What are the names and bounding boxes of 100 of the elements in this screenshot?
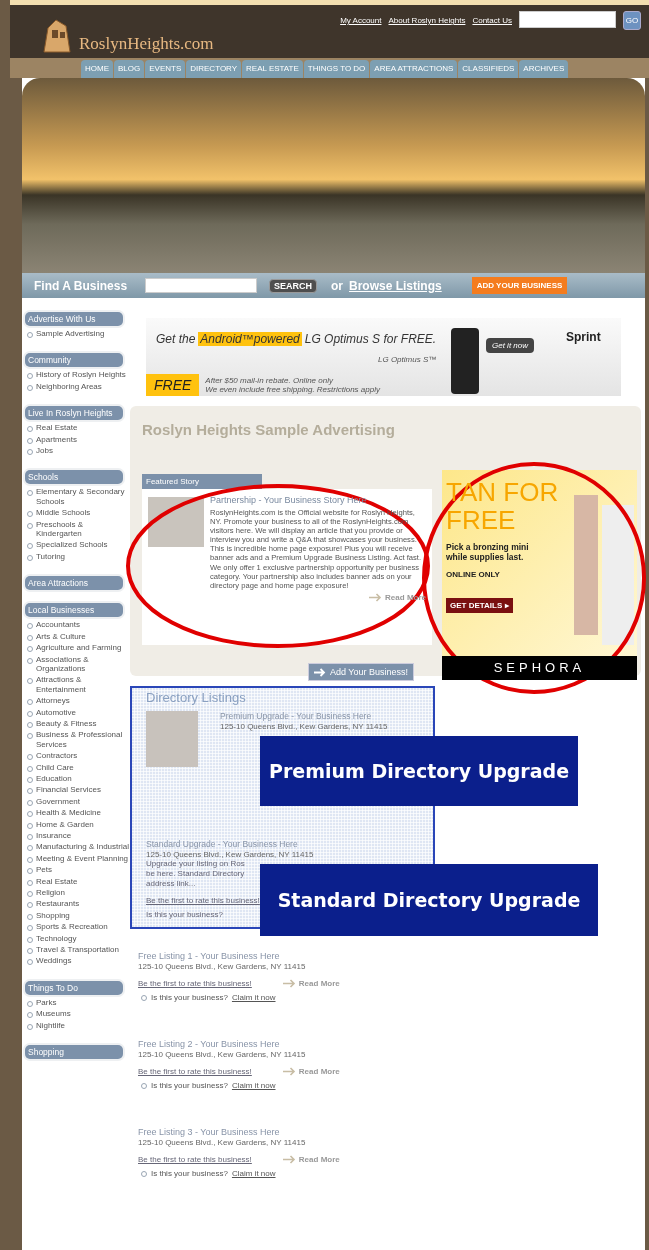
claim-text: Is this your business?	[151, 1081, 228, 1090]
sidebar-link[interactable]: Real Estate	[36, 876, 78, 887]
arrow-icon	[282, 1155, 296, 1164]
panel-title: Roslyn Heights Sample Advertising	[142, 421, 396, 438]
banner-ad[interactable]: Get the Android™powered LG Optimus S for FREE. LG Optimus S™ Get it now Sprint FREE After $50 mail-in rebate. Online only We even include free shipping. Restrictions apply	[146, 318, 621, 396]
sidebar-heading: Community	[25, 353, 123, 368]
search-button[interactable]: SEARCH	[269, 278, 317, 293]
arrow-icon	[314, 667, 326, 677]
listing-address: 125-10 Queens Blvd., Kew Gardens, NY 11415	[146, 850, 315, 859]
sidebar-link[interactable]: Neighboring Areas	[36, 381, 102, 392]
sidebar-link[interactable]: Jobs	[36, 446, 53, 456]
listing-text: be here. Standard Directory	[146, 869, 246, 879]
claim-link[interactable]: Claim it now	[231, 993, 276, 1002]
sidebar-link[interactable]: Travel & Transportation	[36, 945, 119, 955]
listing-address: 125-10 Queens Blvd., Kew Gardens, NY 11415	[138, 1050, 307, 1059]
sidebar-link[interactable]: Child Care	[36, 762, 74, 772]
annotation-label: Premium Directory Upgrade	[260, 736, 578, 806]
or-label: or	[331, 278, 343, 293]
ad-highlight: Android™powered	[198, 332, 302, 346]
sidebar-link[interactable]: Sample Advertising	[36, 329, 105, 339]
listing-text: Upgrade your listing on Ros	[146, 859, 246, 869]
sidebar-heading: Local Businesses	[25, 603, 123, 618]
sidebar-link[interactable]: Museums	[36, 1009, 71, 1019]
sidebar-link[interactable]: History of Roslyn Heights	[36, 370, 126, 380]
sidebar-link[interactable]: Apartments	[36, 434, 77, 445]
sidebar-link[interactable]: Associations & Organizations	[36, 654, 130, 674]
arrow-icon	[282, 979, 296, 988]
sidebar-link[interactable]: Contractors	[36, 751, 78, 761]
sidebar-link[interactable]: Beauty & Fitness	[36, 718, 97, 729]
sidebar-link[interactable]: Preschools & Kindergarten	[36, 519, 130, 539]
claim-link[interactable]: Claim it now	[231, 1169, 276, 1178]
sidebar-link[interactable]: Shopping	[36, 910, 70, 921]
ad-text: Pick a bronzing mini while supplies last.	[446, 542, 530, 562]
listing-text: address link...	[146, 879, 197, 889]
photo-placeholder	[146, 711, 198, 767]
rate-link[interactable]: Be the first to rate this business!	[138, 1067, 252, 1076]
sidebar-link[interactable]: Pets	[36, 865, 52, 875]
rate-link[interactable]: Be the first to rate this business!	[138, 979, 252, 988]
sidebar-link[interactable]: Nightlife	[36, 1020, 65, 1031]
header-link[interactable]: About Roslyn Heights	[388, 16, 466, 25]
get-it-now-button[interactable]: Get it now	[486, 338, 534, 353]
fine-print: We even include free shipping. Restrictions apply	[205, 385, 380, 394]
claim-text: Is this your business?	[146, 910, 224, 919]
sidebar-link[interactable]: Government	[36, 796, 81, 807]
sidebar-link[interactable]: Parks	[36, 997, 57, 1008]
get-details-button[interactable]: GET DETAILS ▸	[446, 598, 513, 613]
sidebar-link[interactable]: Meeting & Event Planning	[36, 853, 129, 864]
header-link[interactable]: My Account	[340, 16, 382, 25]
sidebar-link[interactable]: Sports & Recreation	[36, 922, 108, 932]
ad-caption: LG Optimus S™	[378, 355, 437, 364]
sidebar-link[interactable]: Automotive	[36, 707, 77, 717]
claim-link[interactable]: Claim it now	[231, 1081, 276, 1090]
header-link[interactable]: Contact Us	[472, 16, 512, 25]
sidebar-link[interactable]: Agriculture and Farming	[36, 643, 122, 653]
fine-print: After $50 mail-in rebate. Online only	[205, 376, 334, 385]
site-logo[interactable]: RoslynHeights.com	[79, 34, 214, 54]
sidebar-link[interactable]: Business & Professional Services	[36, 730, 130, 750]
sidebar-link[interactable]: Financial Services	[36, 785, 101, 795]
sidebar-link[interactable]: Tutoring	[36, 551, 66, 562]
phone-drawing	[451, 328, 479, 394]
sidebar-heading: Shopping	[25, 1045, 123, 1060]
listing-address: 125-10 Queens Blvd., Kew Gardens, NY 11415	[220, 722, 388, 731]
listing-address: 125-10 Queens Blvd., Kew Gardens, NY 11415	[138, 1138, 307, 1147]
sidebar-link[interactable]: Technology	[36, 933, 77, 944]
arrow-icon	[369, 592, 383, 602]
sidebar-link[interactable]: Attorneys	[36, 696, 70, 706]
rate-link[interactable]: Be the first to rate this business!	[138, 1155, 252, 1164]
sidebar-link[interactable]: Middle Schools	[36, 508, 91, 518]
sidebar-heading: Area Attractions	[25, 576, 123, 591]
sidebar-link[interactable]: Specialized Schools	[36, 540, 108, 550]
section-title: Directory Listings	[146, 690, 247, 705]
sidebar-link[interactable]: Weddings	[36, 956, 72, 966]
brand-logo: SEPHORA	[442, 656, 637, 680]
sidebar-link[interactable]: Health & Medicine	[36, 808, 101, 818]
ad-note: ONLINE ONLY	[446, 570, 500, 579]
claim-text: Is this your business?	[151, 1169, 228, 1178]
business-search-field[interactable]	[145, 278, 257, 293]
search-field[interactable]	[519, 11, 616, 28]
photo-placeholder	[148, 497, 204, 547]
sidebar-link[interactable]: Religion	[36, 888, 65, 898]
sidebar-link[interactable]: Attractions & Entertainment	[36, 675, 130, 695]
sidebar-link[interactable]: Education	[36, 773, 72, 784]
sidebar-heading: Things To Do	[25, 980, 123, 995]
rate-link[interactable]: Be the first to rate this business!	[146, 896, 260, 905]
sidebar-link[interactable]: Insurance	[36, 831, 72, 841]
sidebar-link[interactable]: Real Estate	[36, 423, 78, 433]
claim-text: Is this your business?	[151, 993, 228, 1002]
find-label: Find A Business	[34, 278, 129, 293]
sidebar-link[interactable]: Manufacturing & Industrial	[36, 842, 129, 852]
free-label: FREE	[146, 374, 200, 396]
listing-address: 125-10 Queens Blvd., Kew Gardens, NY 11415	[138, 962, 307, 971]
sidebar-link[interactable]: Home & Garden	[36, 819, 94, 829]
sidebar-link[interactable]: Arts & Culture	[36, 631, 86, 642]
sidebar-link[interactable]: Restaurants	[36, 899, 80, 909]
annotation-label: Standard Directory Upgrade	[260, 864, 598, 936]
arrow-icon	[282, 1067, 296, 1076]
sidebar-heading: Advertise With Us	[25, 312, 123, 326]
sidebar-link[interactable]: Accountants	[36, 620, 81, 630]
sidebar-link[interactable]: Elementary & Secondary Schools	[36, 487, 130, 507]
sidebar-heading: Live In Roslyn Heights	[25, 406, 123, 421]
